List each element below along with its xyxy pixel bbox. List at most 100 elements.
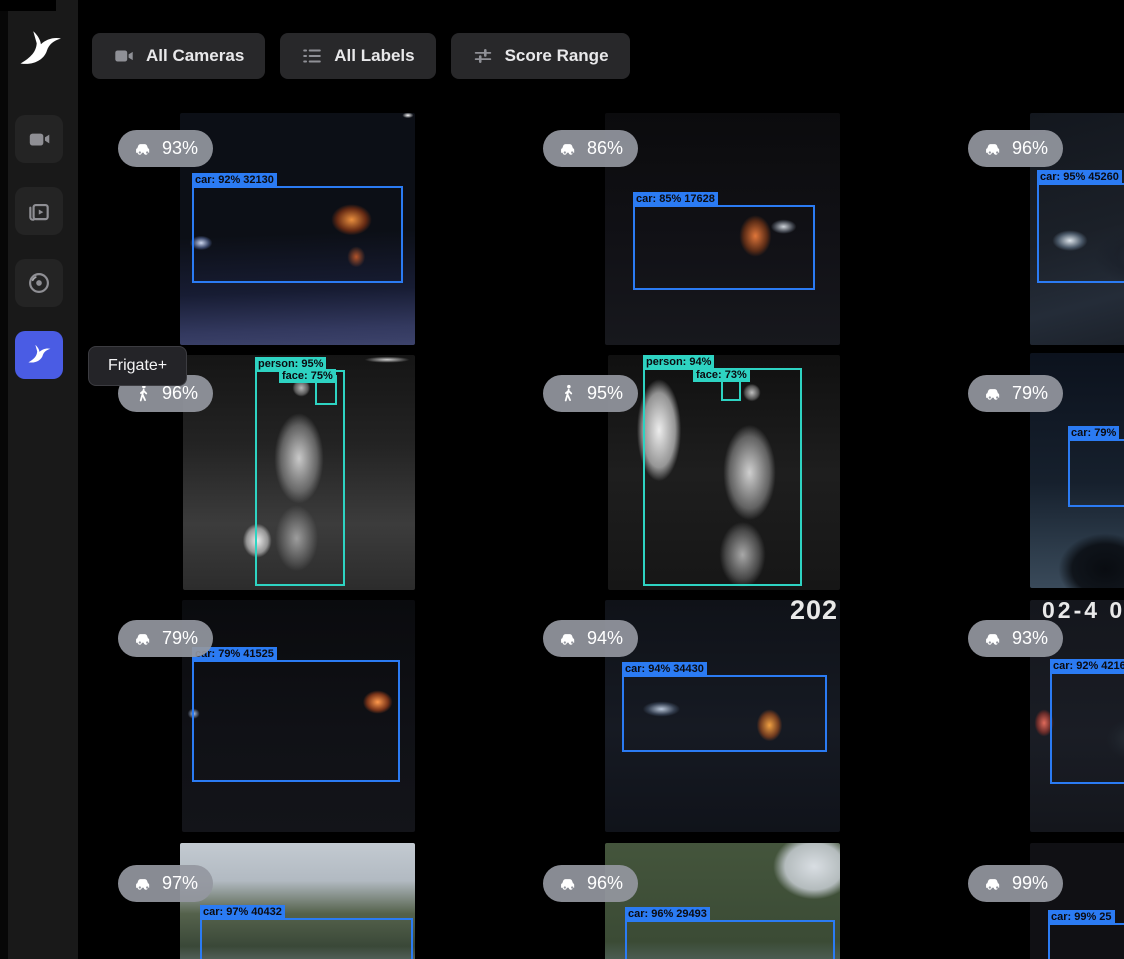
car-icon <box>558 873 579 894</box>
car-icon <box>558 138 579 159</box>
score-badge: 97% <box>118 865 213 902</box>
bounding-box: car: 92% 4216 <box>1050 672 1124 784</box>
score-badge-value: 95% <box>587 383 623 404</box>
snapshot-image: car: 85% 17628 <box>605 113 840 345</box>
car-icon <box>133 628 154 649</box>
score-badge: 79% <box>118 620 213 657</box>
car-icon <box>133 138 154 159</box>
person-icon <box>558 383 579 404</box>
score-badge-value: 79% <box>162 628 198 649</box>
detection-card[interactable]: 95% person: 94%face: 73% <box>530 350 955 595</box>
bounding-box-label: car: 96% 29493 <box>625 907 710 921</box>
car-icon <box>983 138 1004 159</box>
snapshot-image: person: 95%face: 75% <box>183 355 415 590</box>
score-badge: 95% <box>543 375 638 412</box>
detection-card[interactable]: 94% 202 car: 94% 34430 <box>530 595 955 840</box>
bounding-box-label: car: 85% 17628 <box>633 192 718 206</box>
snapshot-image: 202 car: 94% 34430 <box>605 600 840 832</box>
bounding-box: face: 75% <box>315 375 337 405</box>
detection-card[interactable]: 79% car: 79% <box>955 350 1124 595</box>
score-badge: 86% <box>543 130 638 167</box>
record-icon <box>26 270 52 296</box>
bounding-box: face: 73% <box>721 375 741 401</box>
list-icon <box>301 45 323 67</box>
score-badge-value: 79% <box>1012 383 1048 404</box>
sidebar-item-live[interactable] <box>15 115 63 163</box>
bounding-box-label: face: 73% <box>693 368 750 382</box>
score-badge: 99% <box>968 865 1063 902</box>
camera-icon <box>113 45 135 67</box>
bounding-box: car: 97% 40432 <box>200 918 413 959</box>
window-corner <box>0 0 56 11</box>
all-labels-button[interactable]: All Labels <box>280 33 435 79</box>
score-badge-value: 96% <box>587 873 623 894</box>
bounding-box-label: car: 79% <box>1068 426 1119 440</box>
sidebar <box>0 0 78 959</box>
bounding-box-label: person: 94% <box>643 355 714 369</box>
all-labels-label: All Labels <box>334 46 414 66</box>
bounding-box-label: car: 99% 25 <box>1048 910 1115 924</box>
snapshot-image: person: 94%face: 73% <box>608 355 840 590</box>
car-icon <box>133 873 154 894</box>
score-range-button[interactable]: Score Range <box>451 33 630 79</box>
sidebar-item-review[interactable] <box>15 187 63 235</box>
score-badge: 93% <box>118 130 213 167</box>
all-cameras-button[interactable]: All Cameras <box>92 33 265 79</box>
camera-icon <box>26 126 52 152</box>
score-badge-value: 97% <box>162 873 198 894</box>
snapshot-image: car: 79% 41525 <box>182 600 415 832</box>
bounding-box: car: 85% 17628 <box>633 205 815 290</box>
all-cameras-label: All Cameras <box>146 46 244 66</box>
timestamp-overlay: 02-4 03 0 <box>1042 600 1124 624</box>
detection-card[interactable]: 93% 02-4 03 0 car: 92% 4216 <box>955 595 1124 840</box>
score-range-label: Score Range <box>505 46 609 66</box>
sidebar-item-export[interactable] <box>15 259 63 307</box>
detection-card[interactable]: 79% car: 79% 41525 <box>105 595 530 840</box>
detection-card[interactable]: 96% car: 95% 45260 <box>955 105 1124 350</box>
snapshot-image: car: 97% 40432 <box>180 843 415 959</box>
sidebar-item-frigate-plus[interactable] <box>15 331 63 379</box>
sliders-icon <box>472 45 494 67</box>
frigate-plus-tooltip: Frigate+ <box>88 346 187 386</box>
detection-card[interactable]: 97% car: 97% 40432 <box>105 840 530 959</box>
main-content: All Cameras All Labels Score Range <box>78 0 1124 959</box>
frigate-logo-icon <box>16 26 64 74</box>
score-badge-value: 94% <box>587 628 623 649</box>
score-badge-value: 99% <box>1012 873 1048 894</box>
bounding-box: car: 99% 25 <box>1048 923 1124 959</box>
snapshot-image: car: 96% 29493 <box>605 843 840 959</box>
snapshot-grid: 93% car: 92% 32130 86% car: 85% 17628 <box>105 105 1124 959</box>
timestamp-overlay: 202 <box>790 600 838 626</box>
review-icon <box>26 198 52 224</box>
detection-card[interactable]: 99% car: 99% 25 <box>955 840 1124 959</box>
score-badge: 96% <box>543 865 638 902</box>
score-badge-value: 86% <box>587 138 623 159</box>
frigate-plus-bird-icon <box>26 342 52 368</box>
detection-card[interactable]: 96% person: 95%face: 75% <box>105 350 530 595</box>
score-badge: 93% <box>968 620 1063 657</box>
score-badge-value: 96% <box>1012 138 1048 159</box>
bounding-box-label: face: 75% <box>279 369 336 383</box>
detection-card[interactable]: 86% car: 85% 17628 <box>530 105 955 350</box>
car-icon <box>983 383 1004 404</box>
person-icon <box>133 383 154 404</box>
bounding-box: car: 79% 41525 <box>192 660 400 782</box>
car-icon <box>983 873 1004 894</box>
car-icon <box>558 628 579 649</box>
filter-toolbar: All Cameras All Labels Score Range <box>92 33 630 79</box>
bounding-box-label: car: 94% 34430 <box>622 662 707 676</box>
score-badge-value: 96% <box>162 383 198 404</box>
bounding-box: car: 95% 45260 <box>1037 183 1124 283</box>
bounding-box: car: 96% 29493 <box>625 920 835 959</box>
bounding-box-label: car: 95% 45260 <box>1037 170 1122 184</box>
score-badge: 96% <box>968 130 1063 167</box>
bounding-box-label: car: 92% 32130 <box>192 173 277 187</box>
bounding-box: car: 79% <box>1068 439 1124 507</box>
score-badge: 79% <box>968 375 1063 412</box>
sidebar-nav <box>15 115 63 379</box>
bounding-box-label: car: 97% 40432 <box>200 905 285 919</box>
detection-card[interactable]: 93% car: 92% 32130 <box>105 105 530 350</box>
bounding-box: car: 94% 34430 <box>622 675 827 752</box>
score-badge-value: 93% <box>162 138 198 159</box>
detection-card[interactable]: 96% car: 96% 29493 <box>530 840 955 959</box>
